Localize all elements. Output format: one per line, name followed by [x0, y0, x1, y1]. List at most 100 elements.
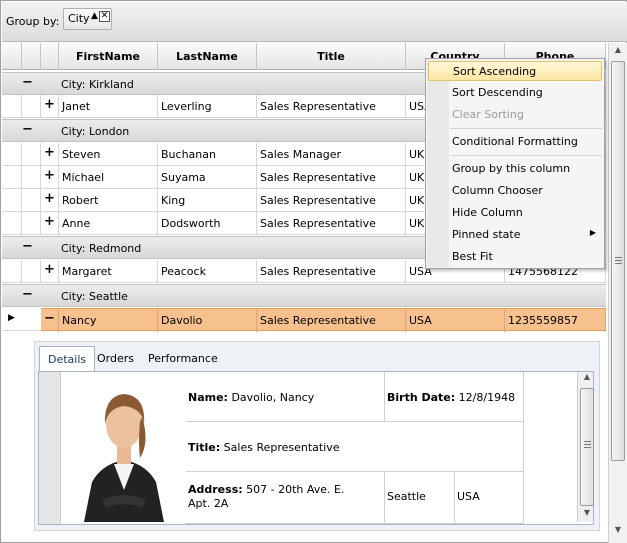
- indent-cell: [22, 260, 41, 283]
- employee-photo: [62, 372, 186, 522]
- cell-lastname[interactable]: King: [158, 189, 257, 212]
- row-indicator-cell: [2, 143, 22, 166]
- group-by-panel: Group by: City ▲ ✕: [2, 2, 627, 42]
- collapse-group-icon[interactable]: −: [22, 122, 33, 137]
- cell-lastname[interactable]: Peacock: [158, 260, 257, 283]
- cell-title[interactable]: Sales Representative: [257, 166, 406, 189]
- submenu-arrow-icon: ▶: [589, 228, 596, 237]
- row-indicator-cell: [2, 95, 22, 118]
- table-row-selected[interactable]: ▶ − Nancy Davolio Sales Representative U…: [2, 308, 606, 332]
- birth-date-label: Birth Date:: [387, 391, 456, 404]
- cell-lastname[interactable]: Davolio: [158, 309, 257, 332]
- collapse-group-icon[interactable]: −: [22, 287, 33, 302]
- employee-info-table: Name: Davolio, Nancy Birth Date: 12/8/19…: [186, 372, 524, 524]
- cell-title[interactable]: Sales Representative: [257, 95, 406, 118]
- group-chip-city[interactable]: City ▲ ✕: [63, 8, 112, 30]
- address-cell: Address: 507 - 20th Ave. E. Apt. 2A: [186, 472, 385, 524]
- menu-item-pinned-state[interactable]: Pinned state ▶: [428, 225, 602, 245]
- cell-title[interactable]: Sales Manager: [257, 143, 406, 166]
- cell-firstname[interactable]: Michael: [59, 166, 158, 189]
- expand-row-icon[interactable]: +: [41, 143, 59, 166]
- row-indicator-cell: [2, 166, 22, 189]
- row-indicator-cell: [2, 189, 22, 212]
- collapse-group-icon[interactable]: −: [22, 239, 33, 254]
- cell-firstname[interactable]: Janet: [59, 95, 158, 118]
- scroll-down-icon[interactable]: ▼: [611, 525, 625, 539]
- indent-cell: [22, 308, 41, 331]
- tab-orders[interactable]: Orders: [89, 346, 142, 371]
- details-content: Name: Davolio, Nancy Birth Date: 12/8/19…: [38, 371, 594, 525]
- expand-row-icon[interactable]: +: [41, 212, 59, 235]
- grip-line: [615, 257, 622, 258]
- menu-item-conditional-formatting[interactable]: Conditional Formatting: [428, 132, 602, 152]
- collapse-group-icon[interactable]: −: [22, 75, 33, 90]
- menu-item-column-chooser[interactable]: Column Chooser: [428, 181, 602, 201]
- indent-cell: [22, 95, 41, 118]
- address-line2: Apt. 2A: [188, 497, 229, 510]
- expand-row-icon[interactable]: +: [41, 189, 59, 212]
- indent-cell: [22, 212, 41, 235]
- tab-performance[interactable]: Performance: [140, 346, 226, 371]
- cell-title[interactable]: Sales Representative: [257, 189, 406, 212]
- scroll-down-icon[interactable]: ▼: [580, 508, 594, 522]
- menu-item-sort-ascending[interactable]: Sort Ascending: [428, 61, 602, 81]
- details-scrollbar[interactable]: ▲ ▼: [577, 372, 594, 522]
- details-row-header: [39, 372, 61, 524]
- indent-cell: [22, 189, 41, 212]
- indicator-header: [2, 43, 22, 70]
- column-header-title[interactable]: Title: [257, 43, 406, 70]
- address-label: Address:: [188, 483, 243, 496]
- name-label: Name:: [188, 391, 228, 404]
- menu-item-group-by-column[interactable]: Group by this column: [428, 159, 602, 179]
- cell-lastname[interactable]: Leverling: [158, 95, 257, 118]
- expand-row-icon[interactable]: +: [41, 166, 59, 189]
- grip-line: [615, 263, 622, 264]
- cell-firstname[interactable]: Nancy: [59, 309, 158, 332]
- group-header-text: City: London: [61, 125, 130, 138]
- name-cell: Name: Davolio, Nancy: [186, 372, 385, 422]
- grip-line: [584, 447, 591, 448]
- group-indent-header: [22, 43, 41, 70]
- expand-row-icon[interactable]: +: [41, 95, 59, 118]
- cell-title[interactable]: Sales Representative: [257, 212, 406, 235]
- group-header-text: City: Seattle: [61, 290, 128, 303]
- scroll-thumb[interactable]: [580, 388, 594, 506]
- cell-firstname[interactable]: Robert: [59, 189, 158, 212]
- cell-lastname[interactable]: Buchanan: [158, 143, 257, 166]
- current-row-indicator-icon: ▶: [8, 313, 15, 323]
- menu-item-sort-descending[interactable]: Sort Descending: [428, 83, 602, 103]
- cell-firstname[interactable]: Anne: [59, 212, 158, 235]
- scroll-up-icon[interactable]: ▲: [580, 372, 594, 386]
- cell-title[interactable]: Sales Representative: [257, 309, 406, 332]
- group-row-seattle[interactable]: − City: Seattle: [2, 284, 606, 307]
- menu-item-clear-sorting[interactable]: Clear Sorting: [428, 105, 602, 125]
- column-header-lastname[interactable]: LastName: [158, 43, 257, 70]
- menu-item-best-fit[interactable]: Best Fit: [428, 247, 602, 267]
- cell-lastname[interactable]: Dodsworth: [158, 212, 257, 235]
- menu-item-hide-column[interactable]: Hide Column: [428, 203, 602, 223]
- grid-vertical-scrollbar[interactable]: ▲ ▼: [608, 43, 627, 543]
- remove-group-icon[interactable]: ✕: [99, 11, 110, 22]
- row-indicator-cell: [2, 260, 22, 283]
- cell-lastname[interactable]: Suyama: [158, 166, 257, 189]
- grip-line: [615, 260, 622, 261]
- cell-country[interactable]: USA: [406, 309, 505, 332]
- expand-row-icon[interactable]: +: [41, 260, 59, 283]
- cell-phone[interactable]: 1235559857: [505, 309, 606, 332]
- menu-separator: [450, 128, 602, 129]
- name-value: Davolio, Nancy: [231, 391, 315, 404]
- group-chip-label: City: [68, 12, 90, 25]
- tab-details[interactable]: Details: [39, 346, 96, 371]
- group-header-text: City: Kirkland: [61, 78, 134, 91]
- cell-title[interactable]: Sales Representative: [257, 260, 406, 283]
- column-header-firstname[interactable]: FirstName: [59, 43, 158, 70]
- sort-ascending-icon: ▲: [91, 11, 98, 21]
- cell-firstname[interactable]: Steven: [59, 143, 158, 166]
- column-context-menu: Sort Ascending Sort Descending Clear Sor…: [425, 58, 605, 269]
- indent-cell: [22, 166, 41, 189]
- scroll-up-icon[interactable]: ▲: [611, 45, 625, 59]
- scroll-thumb[interactable]: [611, 61, 625, 461]
- address-line1: 507 - 20th Ave. E.: [246, 483, 345, 496]
- collapse-row-icon[interactable]: −: [41, 309, 59, 332]
- cell-firstname[interactable]: Margaret: [59, 260, 158, 283]
